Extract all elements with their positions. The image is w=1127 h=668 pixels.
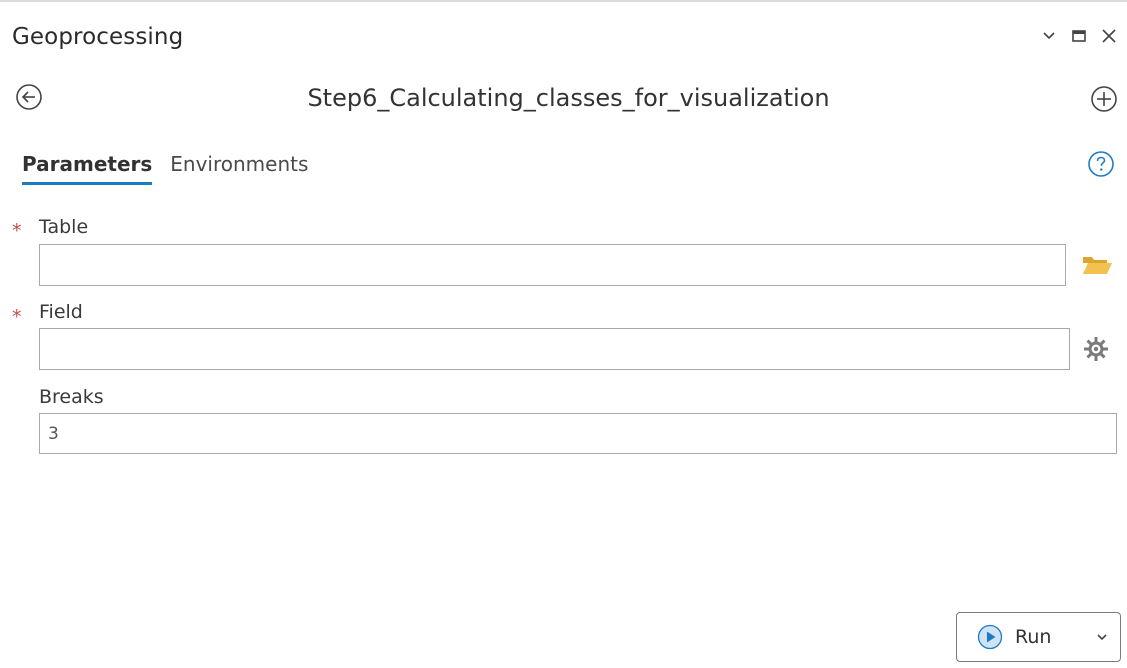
- tab-parameters[interactable]: Parameters: [22, 152, 153, 185]
- run-button[interactable]: Run: [956, 612, 1121, 662]
- maximize-icon[interactable]: [1069, 26, 1089, 46]
- tab-strip: Parameters Environments: [22, 152, 308, 185]
- close-icon[interactable]: [1099, 26, 1119, 46]
- breaks-label: Breaks: [39, 386, 104, 408]
- geoprocessing-pane: Geoprocessing Step6_Calculating_classes_…: [0, 0, 1127, 668]
- help-question-icon[interactable]: [1087, 150, 1115, 178]
- tab-environments[interactable]: Environments: [170, 152, 308, 185]
- tool-name: Step6_Calculating_classes_for_visualizat…: [307, 84, 830, 112]
- chevron-down-icon[interactable]: [1094, 629, 1110, 645]
- field-input[interactable]: [39, 328, 1070, 370]
- table-label: Table: [39, 216, 89, 238]
- required-marker: *: [12, 220, 22, 242]
- pane-title: Geoprocessing: [12, 24, 184, 50]
- chevron-down-icon[interactable]: [1039, 26, 1059, 46]
- window-controls: [1039, 26, 1119, 46]
- run-label: Run: [1015, 626, 1052, 648]
- breaks-input[interactable]: [39, 413, 1117, 454]
- required-marker: *: [12, 306, 22, 328]
- gear-icon[interactable]: [1082, 335, 1110, 363]
- folder-icon[interactable]: [1081, 252, 1113, 278]
- table-input[interactable]: [39, 244, 1066, 286]
- field-label: Field: [39, 301, 83, 323]
- play-icon: [977, 624, 1003, 650]
- add-plus-icon[interactable]: [1089, 84, 1119, 114]
- tool-header: Step6_Calculating_classes_for_visualizat…: [0, 80, 1127, 120]
